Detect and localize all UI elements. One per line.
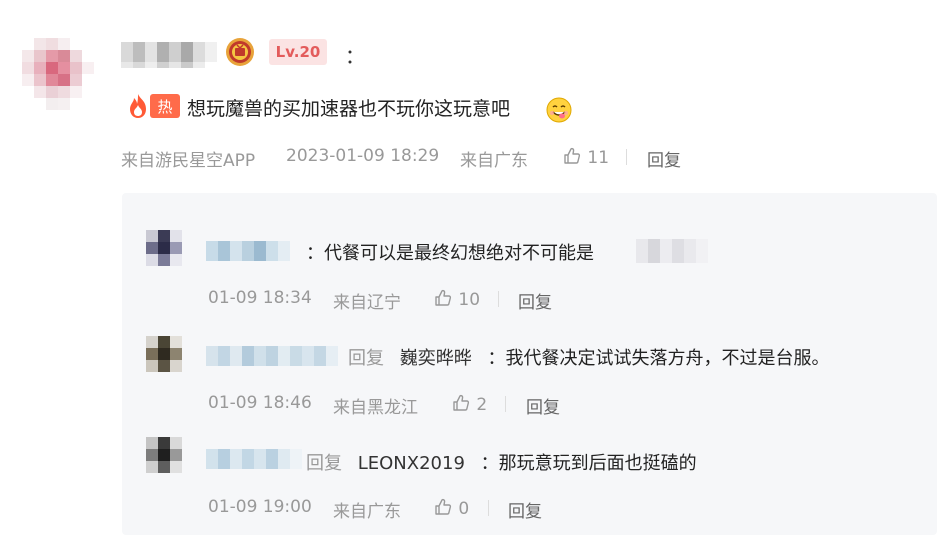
avatar-pixelated[interactable] xyxy=(22,38,94,110)
reply-button[interactable]: 回复 xyxy=(526,393,560,418)
medal-icon xyxy=(226,38,254,66)
reply-time: 01-09 19:00 xyxy=(208,497,312,517)
reply-button[interactable]: 回复 xyxy=(508,497,542,522)
comment-source: 来自游民星空APP xyxy=(121,151,256,171)
reply-button[interactable]: 回复 xyxy=(518,288,552,313)
reply-location: 来自辽宁 xyxy=(333,293,401,313)
thumbs-up-icon xyxy=(435,289,452,306)
like-button[interactable]: 0 xyxy=(433,497,469,519)
thumbs-up-icon xyxy=(453,394,470,411)
meta-divider xyxy=(626,149,627,165)
reply-username-obscured[interactable] xyxy=(206,449,302,469)
reply-username-obscured[interactable] xyxy=(206,241,290,261)
reply-avatar[interactable] xyxy=(146,230,182,266)
like-count: 10 xyxy=(458,290,481,310)
reply-username-obscured[interactable] xyxy=(206,346,338,366)
reply-target-user[interactable]: LEONX2019 xyxy=(358,453,465,474)
reply-meta: 01-09 19:00 来自广东 0 回复 xyxy=(208,497,608,522)
reply-text: ：代餐可以是最终幻想绝对不可能是 xyxy=(306,243,594,264)
yummy-face-emoji-icon xyxy=(546,97,572,123)
level-badge: Lv.20 xyxy=(269,39,327,65)
username-obscured[interactable] xyxy=(121,42,217,62)
reply-location: 来自广东 xyxy=(333,502,401,522)
comment-timestamp: 2023-01-09 18:29 xyxy=(286,146,440,166)
like-button[interactable]: 2 xyxy=(451,393,487,415)
reply-text: 回复 LEONX2019 ：那玩意玩到后面也挺磕的 xyxy=(306,453,697,474)
reply-meta: 01-09 18:34 来自辽宁 10 回复 xyxy=(208,288,608,313)
reply-time: 01-09 18:34 xyxy=(208,288,312,308)
reply-prefix: 回复 xyxy=(348,348,384,369)
obscured-text xyxy=(636,239,708,263)
like-count: 2 xyxy=(476,395,488,415)
meta-divider xyxy=(488,500,489,516)
reply-text: 回复 巍奕晔晔 ：我代餐决定试试失落方舟，不过是台服。 xyxy=(348,348,830,369)
reply-time: 01-09 18:46 xyxy=(208,393,312,413)
like-button[interactable]: 11 xyxy=(562,146,609,168)
comment-text: 想玩魔兽的买加速器也不玩你这玩意吧 xyxy=(187,98,511,120)
username-colon: ： xyxy=(345,44,365,68)
thumbs-up-icon xyxy=(435,498,452,515)
meta-divider xyxy=(505,396,506,412)
reply-location: 来自黑龙江 xyxy=(333,398,418,418)
fire-icon xyxy=(130,94,146,118)
thumbs-up-icon xyxy=(564,147,581,164)
like-button[interactable]: 10 xyxy=(433,288,480,310)
like-count: 11 xyxy=(587,148,610,168)
reply-button[interactable]: 回复 xyxy=(647,146,681,171)
reply-target-user[interactable]: 巍奕晔晔 xyxy=(400,348,472,369)
reply-prefix: 回复 xyxy=(306,453,342,474)
meta-divider xyxy=(498,291,499,307)
username-obscured-lower xyxy=(121,62,217,68)
reply-avatar[interactable] xyxy=(146,437,182,473)
comment-meta: 来自游民星空APP 2023-01-09 18:29 来自广东 11 回复 xyxy=(121,146,721,171)
reply-meta: 01-09 18:46 来自黑龙江 2 回复 xyxy=(208,393,608,418)
like-count: 0 xyxy=(458,499,470,519)
comment-location: 来自广东 xyxy=(460,151,528,171)
hot-badge: 热 xyxy=(150,94,180,118)
reply-avatar[interactable] xyxy=(146,336,182,372)
